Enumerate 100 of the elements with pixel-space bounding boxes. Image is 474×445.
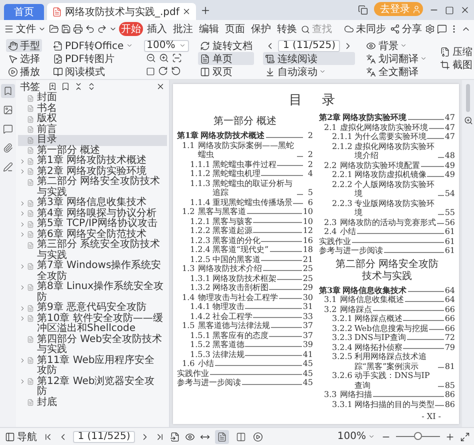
document-tab[interactable]: 网络攻防技术与实践_.pdf: [47, 3, 196, 20]
sync-button[interactable]: 未同步: [343, 22, 387, 36]
toc-entry[interactable]: 1.1 网络攻防实际案例——黑蛇蠕虫 2: [177, 140, 313, 160]
bookmark-item[interactable]: 第10章 软件安全攻防——缓冲区溢出和Shellcode: [18, 314, 167, 334]
toc-entry[interactable]: 1.3.2 网络攻击剖析图 29: [177, 283, 313, 292]
toc-entry[interactable]: 1.1.4 重现黑蛇蠕虫传播场景 6: [177, 198, 313, 207]
convert-office-button[interactable]: PDF转Office: [51, 39, 135, 52]
toc-entry[interactable]: 1.6 小结 45: [177, 359, 313, 368]
toc-entry[interactable]: 3.3.1 网络扫描的目的与类型 86: [319, 400, 455, 409]
toc-entry[interactable]: 1.5.2 黑客道德 39: [177, 340, 313, 350]
continuous-reading-button[interactable]: 连续阅读: [263, 52, 356, 65]
auto-scroll-button[interactable]: 自动滚动: [263, 65, 356, 78]
bookmark-item[interactable]: 版权: [18, 114, 167, 124]
bookmark-item[interactable]: 第1章 网络攻防技术概述: [18, 156, 167, 166]
toc-entry[interactable]: 1.4 物理攻击与社会工程学 30: [177, 292, 313, 302]
toc-entry[interactable]: 1.2.3 黑客道的分化 16: [177, 236, 313, 245]
ribbon-tab[interactable]: 编辑: [197, 22, 221, 36]
file-menu[interactable]: 文件: [3, 22, 47, 36]
toc-entry[interactable]: 3.2.3 DNS与IP查询 72: [319, 333, 455, 342]
toc-entry[interactable]: 3.3 网络扫描 86: [319, 390, 455, 400]
screenshot-button[interactable]: 截图: [438, 58, 474, 72]
toc-entry[interactable]: 1.4.2 社会工程学 33: [177, 312, 313, 321]
word-translate-button[interactable]: 划词翻译: [364, 52, 430, 65]
bookmark-item[interactable]: 第4章 网络嗅探与协议分析: [18, 208, 167, 219]
toc-entry[interactable]: 2.2 网络攻防实验环境配置 49: [319, 160, 455, 170]
toc-entry[interactable]: 2.1 虚拟化网络攻防实验环境 47: [319, 122, 455, 132]
bookmark-item[interactable]: 第9章 恶意代码安全攻防: [18, 303, 167, 314]
single-page-button[interactable]: 单页: [198, 52, 254, 65]
zoom-select[interactable]: 100%: [336, 430, 376, 444]
read-mode-button[interactable]: 阅读模式: [51, 65, 135, 78]
bookmark-item[interactable]: 第四部分 Web安全攻防技术与实践: [18, 334, 167, 356]
search-field[interactable]: 查找: [301, 22, 336, 36]
toc-entry[interactable]: 第1章 网络攻防技术概述 2: [177, 131, 313, 140]
bookmark-item[interactable]: 第三部分 系统安全攻防技术与实践: [18, 240, 167, 261]
page-number-field[interactable]: 1 (11/525): [278, 40, 340, 52]
bookmark-item[interactable]: 封面: [18, 93, 167, 104]
play-button[interactable]: 播放: [6, 65, 42, 78]
ribbon-tab[interactable]: 插入: [145, 22, 169, 36]
toc-entry[interactable]: 第3章 网络信息收集技术 64: [319, 286, 455, 295]
toc-entry[interactable]: 1.3.1 网络攻防技术框架 25: [177, 274, 313, 283]
toc-entry[interactable]: 2.2.3 专业版网络攻防实验环境 55: [319, 198, 455, 218]
toc-entry[interactable]: 1.1.3 黑蛇蠕虫的取证分析与追踪 5: [177, 178, 313, 198]
bookmark-item[interactable]: 封底: [18, 398, 167, 408]
toc-entry[interactable]: 1.5.3 法律法规 41: [177, 350, 313, 359]
toc-entry[interactable]: 实践作业 61: [319, 236, 455, 246]
toc-entry[interactable]: 1.3 网络攻防技术介绍 25: [177, 264, 313, 274]
toc-entry[interactable]: 3.2.2 Web信息搜索与挖掘 66: [319, 324, 455, 333]
toc-entry[interactable]: 1.5 黑客道德与法律法规 37: [177, 321, 313, 330]
home-tab[interactable]: 首页: [4, 4, 44, 20]
bookmark-item[interactable]: 第5章 TCP/IP网络协议攻击: [18, 219, 167, 230]
bookmark-item[interactable]: 书名: [18, 104, 167, 114]
toc-entry[interactable]: 2.1.1 为什么需要实验环境 47: [319, 132, 455, 142]
toc-entry[interactable]: 2.1.2 虚拟化网络攻防实验环境介绍 48: [319, 142, 455, 160]
toc-entry[interactable]: 第2章 网络攻防实验环境 47: [319, 113, 455, 122]
toc-entry[interactable]: 1.1.2 黑蛇蠕虫机理 4: [177, 169, 313, 178]
toc-entry[interactable]: 3.2.4 网络拓扑侦察 79: [319, 342, 455, 352]
toc-entry[interactable]: 2.3 网络攻防的活动与竞赛形式 56: [319, 218, 455, 227]
bookmark-item[interactable]: 第12章 Web浏览器安全攻防: [18, 376, 167, 398]
toc-entry[interactable]: 3.2.1 网络踩点概述 66: [319, 314, 455, 324]
toc-entry[interactable]: 3.2.5 利用网络踩点技术追踪“黑客”案例演示 81: [319, 352, 455, 371]
convert-image-button[interactable]: PDF转图片: [51, 52, 135, 65]
toc-entry[interactable]: 1.2.1 黑客与骇客 10: [177, 216, 313, 226]
bookmark-item[interactable]: 第2章 网络攻防实验环境: [18, 166, 167, 177]
ribbon-tab[interactable]: 开始: [119, 22, 143, 36]
toc-entry[interactable]: 1.2.5 中国的黑客道 21: [177, 254, 313, 264]
bookmark-item[interactable]: 目录: [18, 135, 167, 146]
navigation-button[interactable]: 导航: [4, 430, 38, 444]
toc-entry[interactable]: 3.2.6 动手实践：DNS与IP查询 85: [319, 371, 455, 390]
toc-entry[interactable]: 1.2.2 黑客道起源 12: [177, 226, 313, 236]
toc-entry[interactable]: 1.4.1 物理攻击 31: [177, 302, 313, 312]
toc-entry[interactable]: 1.2 黑客与黑客道 10: [177, 207, 313, 216]
bookmark-item[interactable]: 第6章 网络安全防范技术: [18, 230, 167, 240]
toc-entry[interactable]: 1.2.4 黑客道“现代史” 18: [177, 245, 313, 254]
toc-entry[interactable]: 3.1 网络信息收集概述 64: [319, 295, 455, 304]
bookmark-item[interactable]: 第8章 Linux操作系统安全攻防: [18, 282, 167, 303]
toc-entry[interactable]: 参考与进一步阅读 61: [319, 246, 455, 256]
bookmark-item[interactable]: 前言: [18, 124, 167, 135]
bookmark-item[interactable]: 第11章 Web应用程序安全攻防: [18, 356, 167, 376]
compress-button[interactable]: 压缩: [438, 46, 474, 58]
bookmark-item[interactable]: 第二部分 网络安全攻防技术与实践: [18, 177, 167, 198]
bookmark-item[interactable]: 第3章 网络信息收集技术: [18, 198, 167, 208]
full-translate-button[interactable]: 全文翻译: [364, 65, 430, 78]
toc-entry[interactable]: 1.5.1 黑客应有的态度 37: [177, 330, 313, 340]
toc-entry[interactable]: 2.2.1 网络攻防虚拟机镜像 49: [319, 170, 455, 180]
hand-tool-button[interactable]: 手型: [6, 39, 42, 52]
ribbon-tab[interactable]: 页面: [223, 22, 247, 36]
ribbon-tab[interactable]: 批注: [171, 22, 195, 36]
toc-entry[interactable]: 3.2 网络踩点 66: [319, 304, 455, 314]
toc-entry[interactable]: 2.4 小结 61: [319, 227, 455, 236]
page-number-field[interactable]: 1 (11/525): [73, 430, 135, 442]
bookmark-item[interactable]: 第7章 Windows操作系统安全攻防: [18, 261, 167, 282]
zoom-select[interactable]: 100%: [144, 40, 190, 52]
toc-entry[interactable]: 实践作业 45: [177, 368, 313, 378]
background-button[interactable]: 背景: [364, 39, 430, 52]
toc-entry[interactable]: 2.2.2 个人版网络攻防实验环境 54: [319, 180, 455, 198]
share-button[interactable]: 分享: [389, 22, 423, 36]
toc-entry[interactable]: 1.1.1 黑蛇蠕虫事件过程 2: [177, 160, 313, 169]
rotate-document-button[interactable]: 旋转文档: [198, 39, 254, 52]
toc-entry[interactable]: 参考与进一步阅读 45: [177, 378, 313, 388]
bookmark-item[interactable]: 第一部分 概述: [18, 146, 167, 156]
